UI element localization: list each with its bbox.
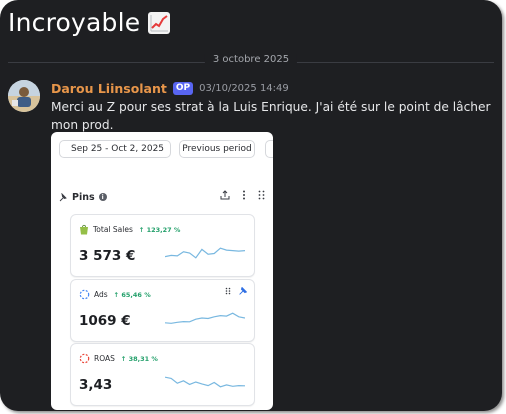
sparkline [165,312,245,324]
date-divider-label: 3 octobre 2025 [204,54,298,65]
pinned-icon[interactable] [239,287,247,295]
post-title: Incroyable [8,8,171,37]
card-label: Ads [94,290,108,299]
drag-handle-icon[interactable] [225,287,231,295]
card-change: ↑ 65,46 % [113,290,151,299]
username[interactable]: Darou Liinsolant [51,81,167,96]
dashboard-toolbar: Sep 25 - Oct 2, 2025 Previous period [51,132,273,168]
message-timestamp: 03/10/2025 14:49 [199,83,289,94]
op-badge: OP [172,82,194,95]
card-header: ROAS ↑ 38,31 % [79,353,158,364]
date-range-label: Sep 25 - Oct 2, 2025 [71,144,165,154]
post-title-text: Incroyable [8,8,141,37]
previous-period-label: Previous period [182,144,252,154]
chat-window: Incroyable 3 octobre 2025 Darou Liinsola… [0,0,502,411]
metric-card-ads[interactable]: Ads ↑ 65,46 % 1069 € [70,279,255,342]
attached-screenshot[interactable]: Sep 25 - Oct 2, 2025 Previous period Pin… [51,132,273,410]
sparkline [165,247,245,259]
drag-handle-icon[interactable] [258,190,265,200]
card-value: 3,43 [79,377,113,393]
date-range-button[interactable]: Sep 25 - Oct 2, 2025 [59,140,171,158]
metric-card-total-sales[interactable]: Total Sales ↑ 123,27 % 3 573 € [70,214,255,277]
message-header: Darou Liinsolant OP 03/10/2025 14:49 [51,81,289,96]
card-change: ↑ 123,27 % [138,225,181,234]
ads-ring-icon [79,289,90,300]
metric-card-roas[interactable]: ROAS ↑ 38,31 % 3,43 [70,343,255,406]
pin-icon [59,192,67,201]
card-change: ↑ 38,31 % [120,354,158,363]
avatar[interactable] [8,80,40,112]
sparkline [165,376,245,388]
chart-increasing-emoji-icon [148,11,171,34]
sparkline-line [165,312,245,324]
card-value: 1069 € [79,313,131,329]
card-tools [225,287,247,295]
card-label: Total Sales [93,225,133,234]
sparkline-line [165,376,245,388]
pins-header: Pins i [59,190,265,204]
toolbar-extra-button[interactable] [265,140,273,158]
previous-period-button[interactable]: Previous period [179,140,255,158]
pins-label: Pins [72,191,95,203]
more-vertical-icon[interactable] [242,190,246,200]
sparkline-line [165,247,245,259]
card-header: Ads ↑ 65,46 % [79,289,151,300]
pins-actions [220,190,265,200]
roas-ring-icon [79,353,90,364]
card-header: Total Sales ↑ 123,27 % [79,224,180,235]
card-value: 3 573 € [79,248,136,264]
share-icon[interactable] [220,190,230,200]
shopify-bag-icon [80,224,88,235]
info-icon[interactable]: i [98,193,107,201]
card-label: ROAS [94,354,115,363]
